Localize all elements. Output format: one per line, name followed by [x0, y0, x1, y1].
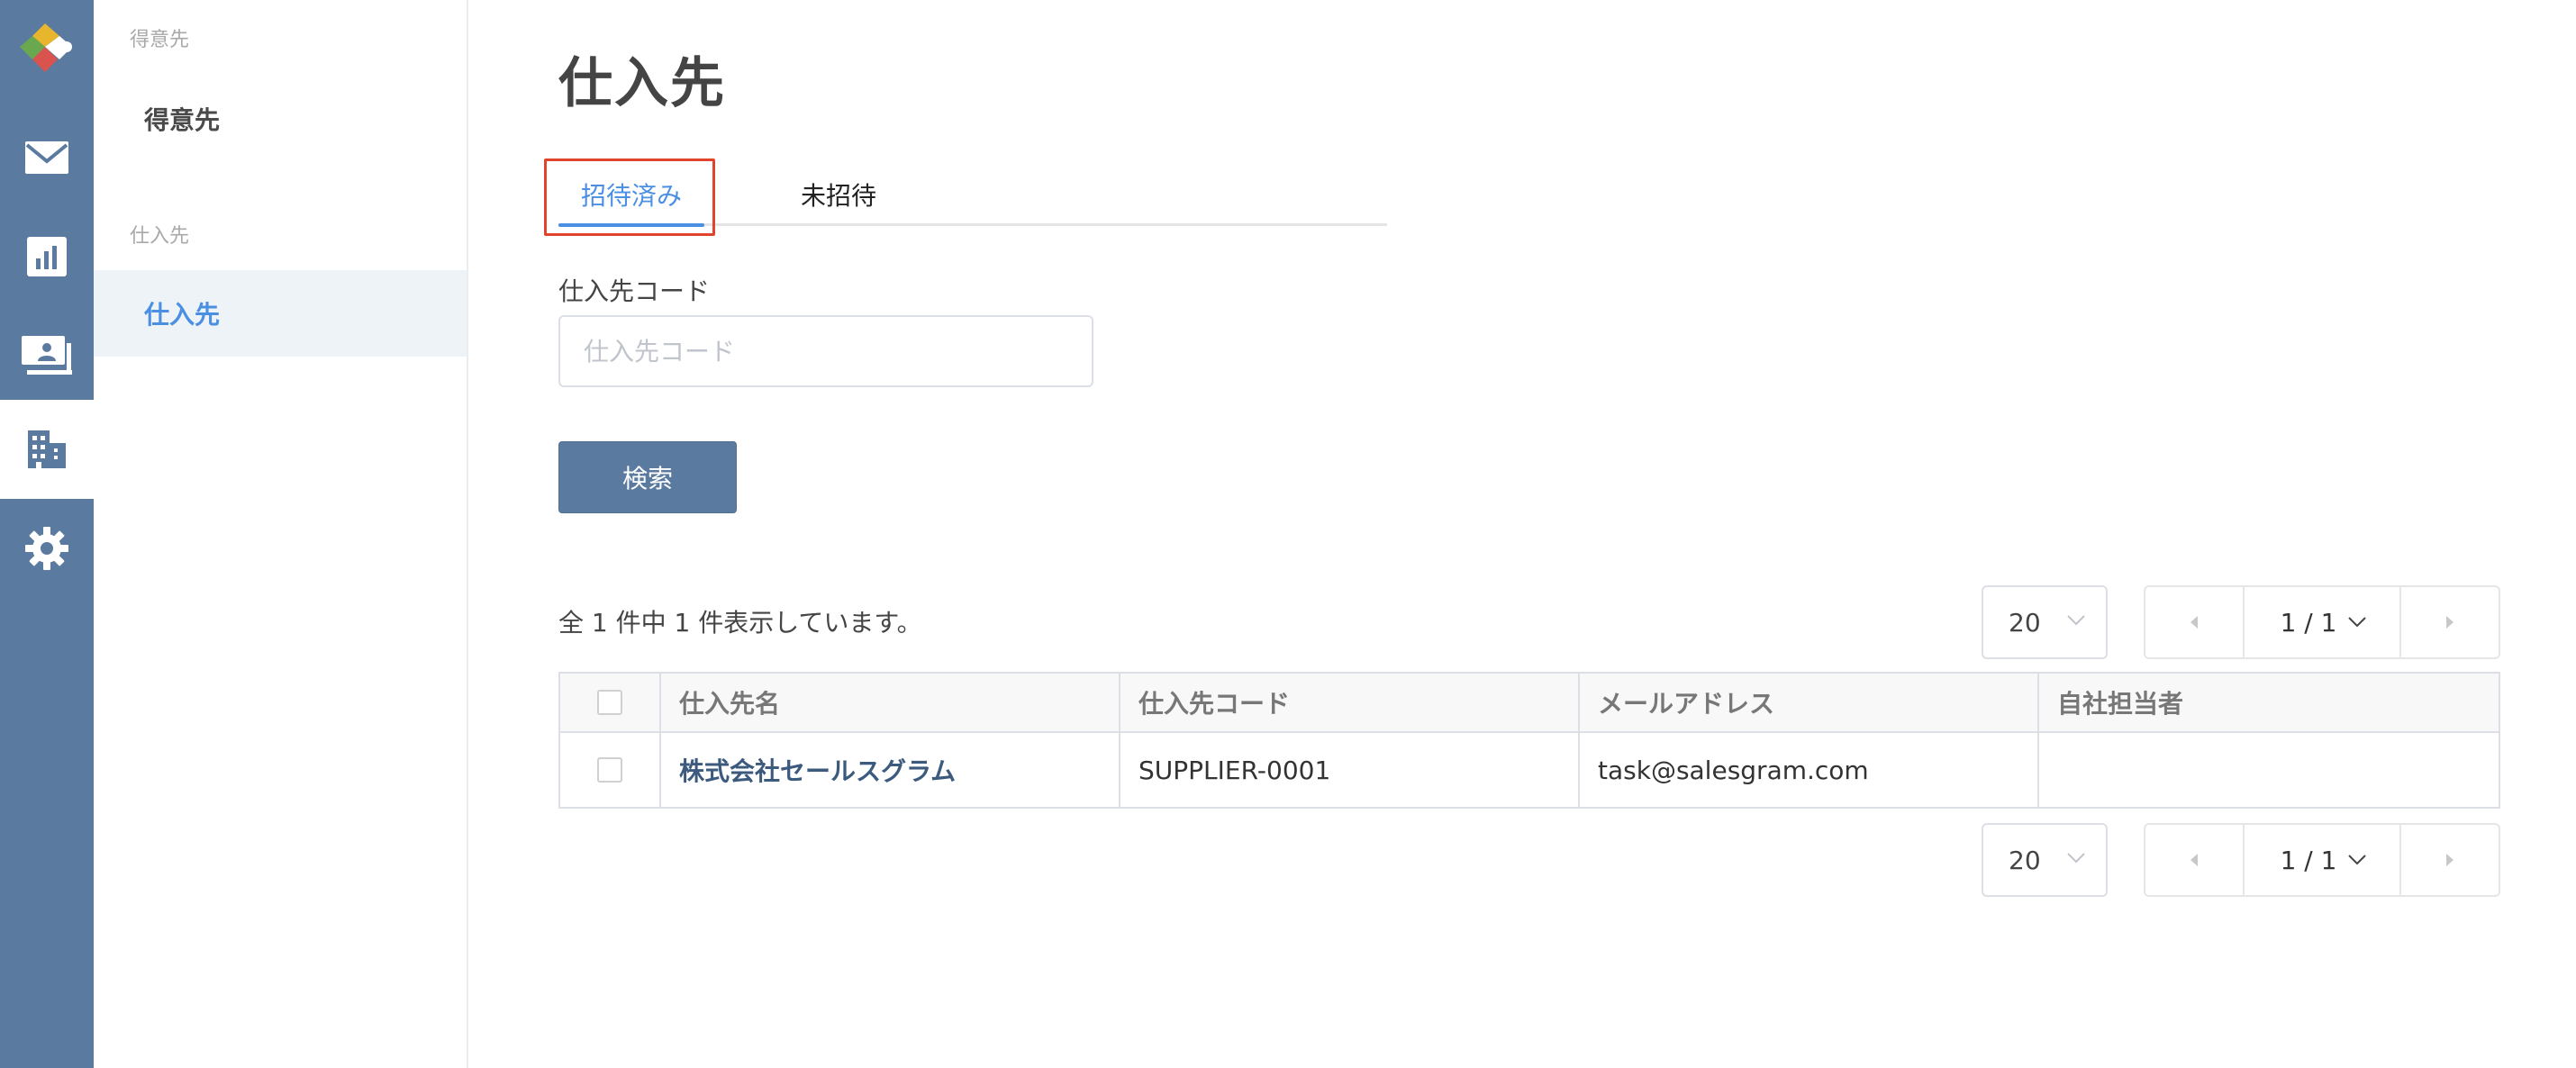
- tab-uninvited-label: 未招待: [800, 181, 876, 211]
- page-size-select[interactable]: 20: [1982, 823, 2108, 897]
- tab-invited-label: 招待済み: [580, 181, 682, 211]
- supplier-code-input[interactable]: [558, 315, 1093, 387]
- sidebar-item-customers[interactable]: 得意先: [94, 76, 467, 162]
- next-page-button[interactable]: [2399, 825, 2499, 895]
- table-row: 株式会社セールスグラム SUPPLIER-0001 task@salesgram…: [560, 733, 2499, 807]
- secondary-sidebar: 得意先 得意先 仕入先 仕入先: [94, 0, 468, 1068]
- active-tab-indicator: [558, 223, 704, 227]
- suppliers-table: 仕入先名 仕入先コード メールアドレス 自社担当者 株式会社セールスグラム SU…: [558, 672, 2500, 809]
- page-indicator: 1 / 1: [2280, 845, 2337, 875]
- chart-icon: [27, 237, 67, 276]
- app-logo[interactable]: [13, 20, 77, 76]
- rail-item-settings[interactable]: [0, 499, 94, 598]
- page-nav: 1 / 1: [2144, 585, 2500, 659]
- chevron-down-icon: [2067, 853, 2085, 864]
- sidebar-group-suppliers: 仕入先: [130, 225, 190, 248]
- tab-uninvited[interactable]: 未招待: [766, 162, 912, 227]
- header-checkbox-cell: [560, 674, 661, 731]
- owner-cell: [2039, 733, 2499, 807]
- main-content: 仕入先 招待済み 未招待 仕入先コード 検索 全 1 件中 1 件表示しています…: [468, 0, 2576, 1068]
- sidebar-item-suppliers[interactable]: 仕入先: [94, 270, 467, 357]
- email-cell: task@salesgram.com: [1580, 733, 2039, 807]
- page-select[interactable]: 1 / 1: [2245, 587, 2403, 657]
- supplier-name-cell: 株式会社セールスグラム: [661, 733, 1120, 807]
- chevron-down-icon: [2067, 615, 2085, 626]
- caret-left-icon: [2191, 854, 2198, 866]
- prev-page-button[interactable]: [2145, 587, 2245, 657]
- building-icon: [28, 430, 66, 468]
- result-count: 全 1 件中 1 件表示しています。: [558, 608, 922, 638]
- mail-icon: [25, 141, 68, 174]
- icon-rail: [0, 0, 94, 1068]
- supplier-code-cell: SUPPLIER-0001: [1120, 733, 1580, 807]
- pager-top: 20 1 / 1: [1982, 585, 2500, 659]
- page-title: 仕入先: [558, 52, 726, 115]
- page-size-value: 20: [2009, 607, 2041, 638]
- rail-item-presentation[interactable]: [0, 306, 94, 405]
- tab-invited[interactable]: 招待済み: [558, 162, 704, 227]
- pager-bottom: 20 1 / 1: [1982, 823, 2500, 897]
- supplier-code-label: 仕入先コード: [558, 276, 711, 306]
- caret-right-icon: [2446, 854, 2454, 866]
- column-header[interactable]: 仕入先コード: [1120, 674, 1580, 731]
- page-select[interactable]: 1 / 1: [2245, 825, 2403, 895]
- tabs: 招待済み 未招待: [558, 162, 1387, 227]
- rail-item-analytics[interactable]: [0, 207, 94, 306]
- chevron-down-icon: [2348, 617, 2367, 628]
- column-header[interactable]: 仕入先名: [661, 674, 1120, 731]
- page-size-select[interactable]: 20: [1982, 585, 2108, 659]
- table-header: 仕入先名 仕入先コード メールアドレス 自社担当者: [560, 674, 2499, 733]
- select-all-checkbox[interactable]: [597, 690, 622, 715]
- row-checkbox-cell: [560, 733, 661, 807]
- page-indicator: 1 / 1: [2280, 607, 2337, 638]
- caret-right-icon: [2446, 616, 2454, 629]
- presentation-icon: [22, 336, 72, 375]
- gear-icon: [25, 527, 68, 570]
- supplier-name-link[interactable]: 株式会社セールスグラム: [679, 752, 956, 788]
- row-checkbox[interactable]: [597, 757, 622, 783]
- caret-left-icon: [2191, 616, 2198, 629]
- sidebar-group-customers: 得意先: [130, 29, 190, 51]
- next-page-button[interactable]: [2399, 587, 2499, 657]
- chevron-down-icon: [2348, 855, 2367, 865]
- column-header[interactable]: 自社担当者: [2039, 674, 2499, 731]
- rail-item-mail[interactable]: [0, 108, 94, 207]
- prev-page-button[interactable]: [2145, 825, 2245, 895]
- page-size-value: 20: [2009, 845, 2041, 875]
- page-nav: 1 / 1: [2144, 823, 2500, 897]
- column-header[interactable]: メールアドレス: [1580, 674, 2039, 731]
- search-button[interactable]: 検索: [558, 441, 737, 513]
- rail-item-companies[interactable]: [0, 400, 94, 499]
